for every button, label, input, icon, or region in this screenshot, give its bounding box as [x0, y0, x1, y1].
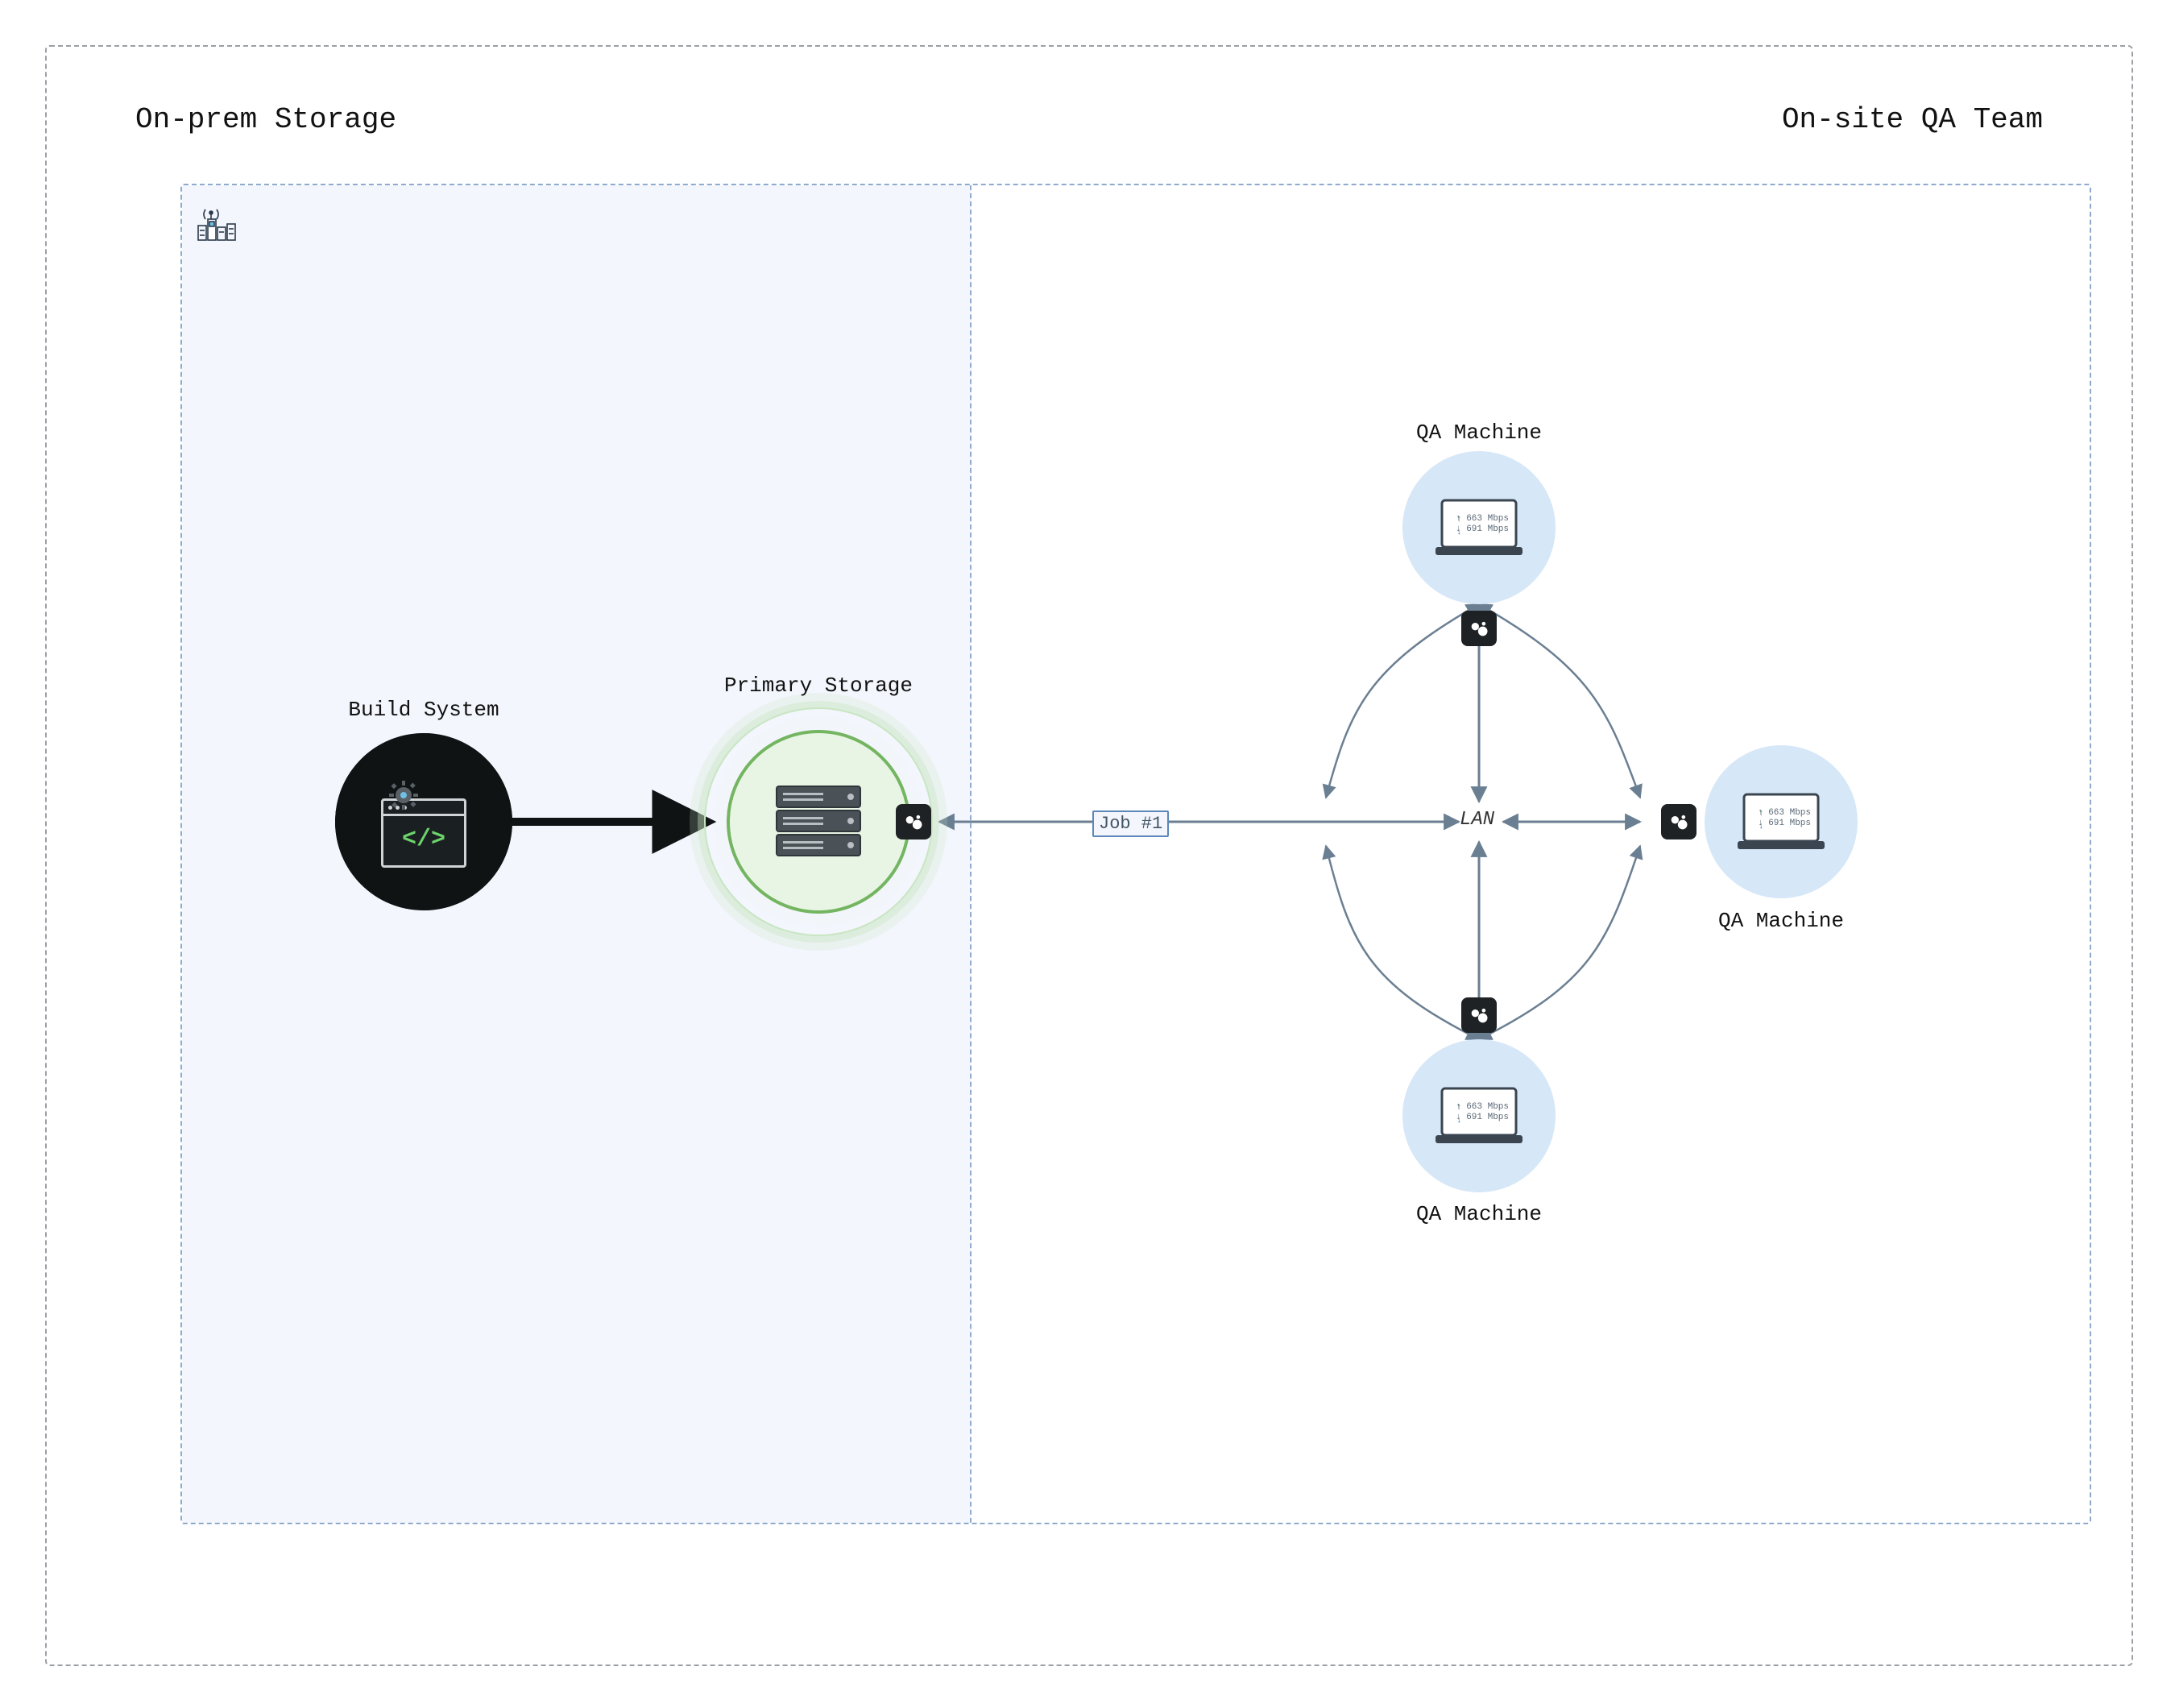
outer-container: On-prem Storage On-site QA Team	[45, 45, 2133, 1666]
edge-label-job1: Job #1	[1092, 810, 1169, 837]
qa-top-up: ↑ 663 Mbps	[1456, 514, 1509, 524]
build-system-label: Build System	[303, 698, 545, 722]
qa-right-down: ↓ 691 Mbps	[1758, 819, 1811, 829]
section-title-right: On-site QA Team	[1782, 103, 2043, 136]
primary-storage-node	[706, 709, 931, 935]
qa-bottom-label: QA Machine	[1358, 1202, 1600, 1226]
server-rack-icon	[770, 781, 867, 862]
qa-machine-right-node: ↑ ↓ ↑ 663 Mbps ↓ 691 Mbps	[1705, 745, 1858, 898]
qa-top-down: ↓ 691 Mbps	[1456, 524, 1509, 535]
resilio-agent-icon	[896, 804, 931, 839]
qa-bottom-down: ↓ 691 Mbps	[1456, 1113, 1509, 1123]
qa-top-circle: ↑ ↓ ↑ 663 Mbps ↓ 691 Mbps	[1402, 451, 1556, 604]
qa-right-up: ↑ 663 Mbps	[1758, 808, 1811, 819]
resilio-agent-icon	[1461, 611, 1497, 646]
qa-right-label: QA Machine	[1660, 909, 1902, 933]
qa-machine-bottom-node: ↑ ↓ ↑ 663 Mbps ↓ 691 Mbps	[1402, 1039, 1556, 1192]
build-system-circle: </>	[335, 733, 512, 910]
primary-storage-circle	[727, 730, 910, 914]
resilio-agent-icon	[1661, 804, 1696, 839]
primary-storage-label: Primary Storage	[698, 674, 939, 698]
gear-icon	[389, 781, 418, 810]
qa-machine-top-node: ↑ ↓ ↑ 663 Mbps ↓ 691 Mbps	[1402, 451, 1556, 604]
city-antenna-icon	[193, 195, 242, 243]
qa-top-label: QA Machine	[1358, 421, 1600, 445]
qa-bottom-up: ↑ 663 Mbps	[1456, 1102, 1509, 1113]
inner-container: </> Build System	[180, 184, 2091, 1524]
build-system-node: </>	[335, 733, 512, 910]
resilio-agent-icon	[1461, 997, 1497, 1033]
section-title-left: On-prem Storage	[135, 103, 396, 136]
edge-label-lan: LAN	[1455, 807, 1499, 832]
qa-right-circle: ↑ ↓ ↑ 663 Mbps ↓ 691 Mbps	[1705, 745, 1858, 898]
qa-bottom-circle: ↑ ↓ ↑ 663 Mbps ↓ 691 Mbps	[1402, 1039, 1556, 1192]
